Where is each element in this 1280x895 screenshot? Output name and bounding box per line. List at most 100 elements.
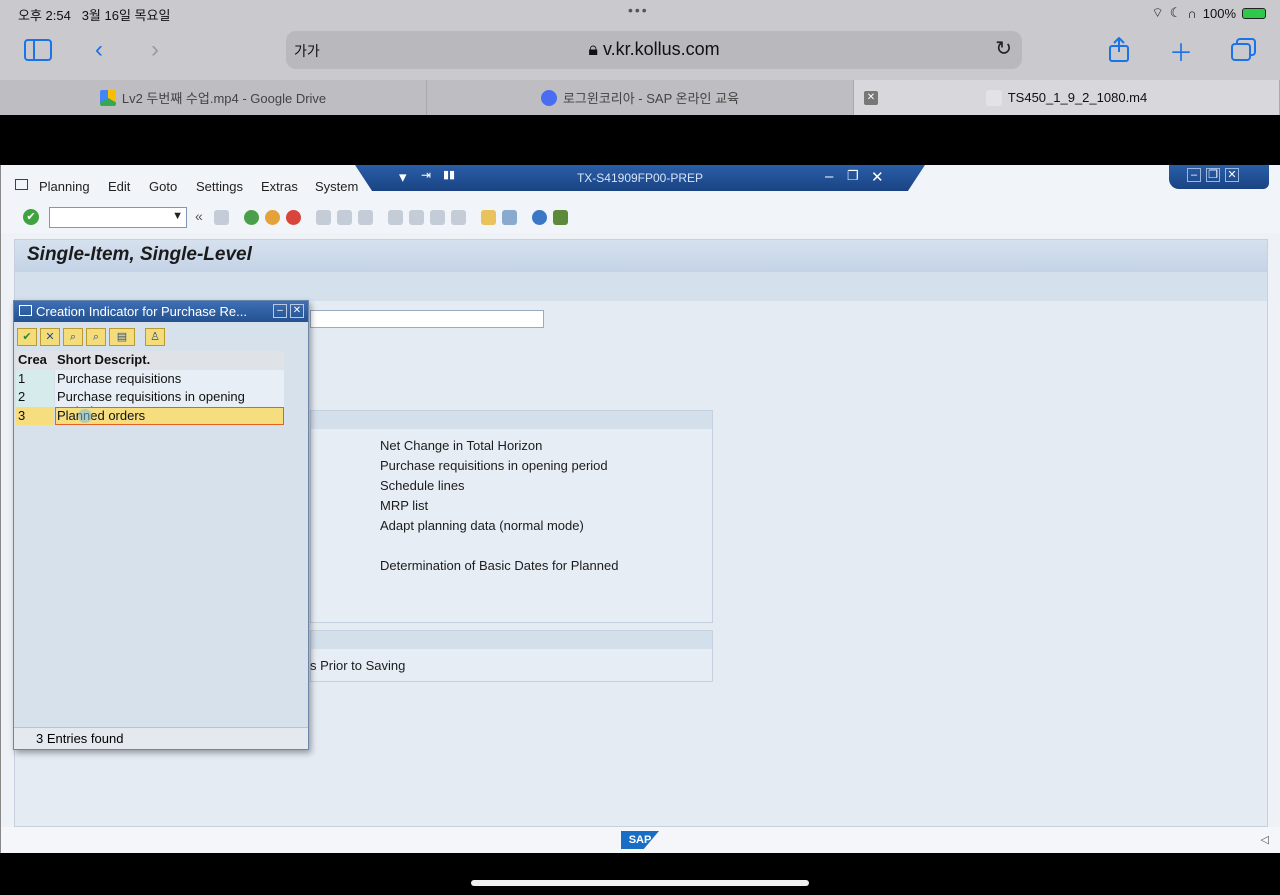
option-net-change: Net Change in Total Horizon: [380, 438, 543, 453]
reload-icon[interactable]: ↻: [995, 36, 1012, 61]
menu-extras[interactable]: Extras: [261, 179, 298, 194]
table-row-selected[interactable]: 3 Planned orders: [16, 406, 284, 425]
find-next-icon[interactable]: [358, 210, 373, 225]
row-code: 1: [18, 370, 26, 386]
column-header-desc[interactable]: Short Descript.: [57, 352, 150, 367]
window-controls: ‒ ❐ ✕: [1169, 165, 1269, 189]
status-right: ⌔ ☾ ∩ 100%: [1152, 5, 1266, 21]
entries-found-text: 3 Entries found: [36, 731, 124, 746]
headphones-icon: ∩: [1187, 5, 1197, 21]
first-page-icon[interactable]: [388, 210, 403, 225]
system-title: TX-S41909FP00-PREP: [576, 171, 704, 185]
sap-logo: SAP: [621, 831, 659, 849]
tab-google-drive[interactable]: Lv2 두번째 수업.mp4 - Google Drive: [0, 80, 427, 115]
row-code: 3: [18, 407, 26, 423]
minimize-icon[interactable]: ‒: [273, 304, 287, 318]
row-description: Purchase requisitions: [57, 370, 182, 386]
menu-edit[interactable]: Edit: [108, 179, 130, 194]
menu-icon[interactable]: [15, 179, 28, 190]
home-indicator[interactable]: [471, 880, 809, 886]
popup-title: Creation Indicator for Purchase Re...: [36, 304, 247, 319]
cancel-icon[interactable]: [286, 210, 301, 225]
table-row[interactable]: 1 Purchase requisitions: [16, 369, 284, 388]
chevron-down-icon[interactable]: ▼: [172, 210, 183, 222]
row-description: Planned orders: [57, 407, 146, 423]
restore-icon[interactable]: ❐: [1206, 168, 1220, 182]
restore-icon[interactable]: ❐: [847, 168, 859, 184]
enter-icon[interactable]: ✔: [23, 209, 39, 225]
ipad-status-bar: 오후 2:54 3월 16일 목요일 ••• ⌔ ☾ ∩ 100%: [0, 0, 1280, 26]
option-mrp-list: MRP list: [380, 498, 429, 513]
battery-icon: [1242, 7, 1266, 19]
tab-video[interactable]: ✕ TS450_1_9_2_1080.m4: [854, 80, 1280, 115]
personal-list-icon[interactable]: ♙: [145, 328, 165, 346]
menu-goto[interactable]: Goto: [149, 179, 177, 194]
option-adapt-planning: Adapt planning data (normal mode): [380, 518, 584, 533]
popup-menu-icon[interactable]: [19, 305, 32, 316]
forward-icon[interactable]: ›: [146, 36, 164, 64]
value-table: Crea Short Descript. 1 Purchase requisit…: [16, 351, 284, 425]
standard-toolbar: ✔ ▼ «: [1, 201, 1280, 233]
tab-sap-course[interactable]: 로그윈코리아 - SAP 온라인 교육: [427, 80, 854, 115]
print-icon[interactable]: [316, 210, 331, 225]
confirm-icon[interactable]: ✔: [17, 328, 37, 346]
new-tab-icon[interactable]: ＋: [1168, 36, 1194, 67]
multitask-dots-icon[interactable]: •••: [628, 2, 649, 18]
close-icon[interactable]: ✕: [871, 168, 884, 186]
collapse-icon[interactable]: «: [195, 208, 203, 224]
material-input[interactable]: [310, 310, 544, 328]
shortcut-icon[interactable]: [502, 210, 517, 225]
share-icon[interactable]: [1106, 36, 1132, 64]
help-icon[interactable]: [532, 210, 547, 225]
minimize-icon[interactable]: ‒: [1187, 168, 1201, 182]
status-bar: SAP ◁: [1, 827, 1280, 853]
back-icon[interactable]: [244, 210, 259, 225]
find-next-icon[interactable]: ⌕: [86, 328, 106, 346]
table-row[interactable]: 2 Purchase requisitions in opening perio…: [16, 388, 284, 419]
popup-status: 3 Entries found: [14, 727, 308, 749]
menu-planning[interactable]: Planning: [39, 179, 90, 194]
layout-icon[interactable]: [553, 210, 568, 225]
back-icon[interactable]: ‹: [90, 36, 108, 64]
popup-titlebar: Creation Indicator for Purchase Re... ‒ …: [14, 301, 308, 322]
exit-icon[interactable]: [265, 210, 280, 225]
minimize-icon[interactable]: ‒: [825, 168, 833, 185]
wifi-icon: ⌔: [1151, 5, 1164, 20]
screen-header: Single-Item, Single-Level: [15, 240, 1267, 272]
column-header-crea[interactable]: Crea: [18, 352, 47, 367]
safari-toolbar: ‹ › 가가 🔒︎ v.kr.kollus.com ↻ ＋: [0, 26, 1280, 80]
status-flag-icon[interactable]: ◁: [1261, 833, 1269, 846]
print-icon[interactable]: ▤: [109, 328, 135, 346]
control-parameters-group: [310, 630, 713, 682]
application-toolbar: [15, 272, 1267, 301]
create-session-icon[interactable]: [481, 210, 496, 225]
menu-system[interactable]: System: [315, 179, 358, 194]
next-page-icon[interactable]: [430, 210, 445, 225]
save-icon[interactable]: [214, 210, 229, 225]
close-icon[interactable]: ✕: [1225, 168, 1239, 182]
option-prior-to-saving: s Prior to Saving: [310, 658, 406, 673]
play-icon: [540, 89, 557, 106]
close-tab-icon[interactable]: ✕: [864, 91, 878, 105]
last-page-icon[interactable]: [451, 210, 466, 225]
command-field[interactable]: ▼: [49, 207, 187, 228]
kollus-icon: [985, 89, 1002, 106]
battery-percent: 100%: [1202, 5, 1236, 21]
find-icon[interactable]: ⌕: [63, 328, 83, 346]
option-basic-dates: Determination of Basic Dates for Planned: [380, 558, 619, 573]
find-icon[interactable]: [337, 210, 352, 225]
cancel-icon[interactable]: ✕: [40, 328, 60, 346]
tab-bar: Lv2 두번째 수업.mp4 - Google Drive 로그윈코리아 - S…: [0, 80, 1280, 115]
page-title: Single-Item, Single-Level: [27, 244, 252, 265]
group-header: [311, 411, 712, 429]
sidebar-icon[interactable]: [24, 36, 52, 64]
address-bar[interactable]: 가가 🔒︎ v.kr.kollus.com ↻: [286, 31, 1022, 69]
previous-page-icon[interactable]: [409, 210, 424, 225]
option-schedule-lines: Schedule lines: [380, 478, 465, 493]
cursor-icon: [78, 408, 92, 423]
google-drive-icon: [99, 89, 116, 106]
tab-overview-icon[interactable]: [1230, 36, 1258, 64]
close-icon[interactable]: ✕: [290, 304, 304, 318]
moon-icon: ☾: [1169, 5, 1182, 20]
menu-settings[interactable]: Settings: [196, 179, 243, 194]
